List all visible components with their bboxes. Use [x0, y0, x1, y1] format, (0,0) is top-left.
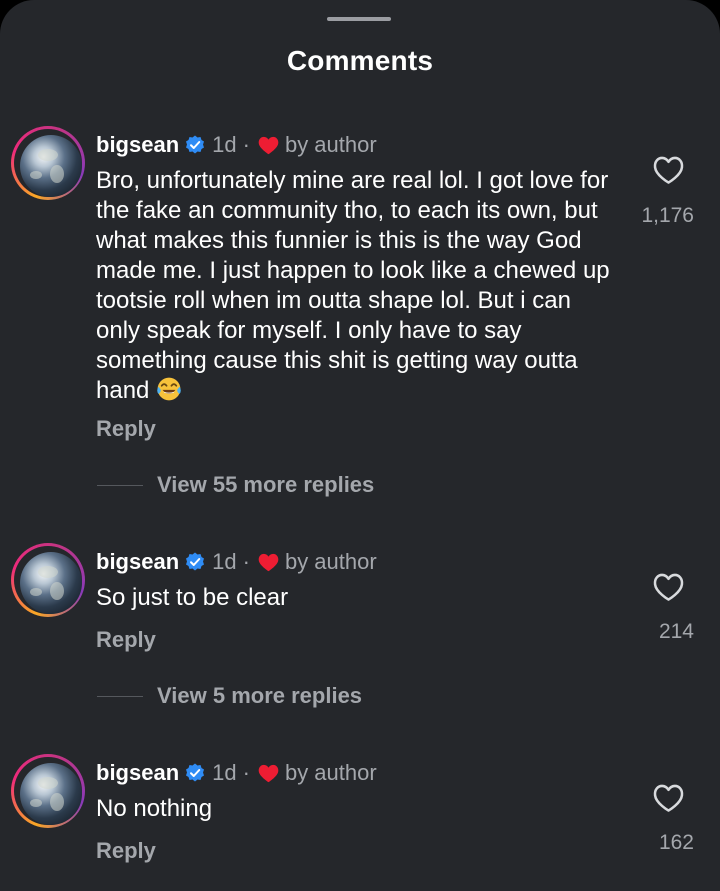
comment-meta: bigsean 1d · by author: [96, 758, 377, 788]
earth-avatar-image: [20, 135, 82, 197]
avatar[interactable]: [11, 754, 85, 828]
comment-text: No nothing: [96, 795, 213, 822]
verified-badge-icon: [186, 552, 205, 571]
comment-text: So just to be clear: [96, 584, 289, 611]
verified-badge-icon: [186, 135, 205, 154]
comments-sheet: Comments bigsean 1d · by author Bro, unf…: [0, 0, 720, 891]
drag-handle[interactable]: [327, 17, 391, 21]
by-author-label: by author: [284, 132, 377, 157]
view-more-replies-label: View 55 more replies: [157, 472, 375, 497]
meta-separator: ·: [242, 549, 250, 574]
earth-avatar-image: [20, 552, 82, 614]
face-with-tears-of-joy-icon: [157, 377, 181, 401]
comment-time: 1d: [212, 549, 237, 574]
heart-outline-icon[interactable]: [653, 784, 684, 813]
username[interactable]: bigsean: [96, 132, 179, 158]
meta-separator: ·: [242, 760, 250, 785]
comment-time: 1d: [212, 760, 237, 785]
by-author-label: by author: [284, 549, 377, 574]
heart-outline-icon[interactable]: [653, 156, 684, 185]
username[interactable]: bigsean: [96, 549, 179, 575]
earth-avatar-image: [20, 763, 82, 825]
verified-badge-icon: [186, 763, 205, 782]
reply-button[interactable]: Reply: [96, 416, 156, 442]
reply-button[interactable]: Reply: [96, 838, 156, 864]
comment-meta: bigsean 1d · by author: [96, 130, 377, 160]
view-more-replies-button[interactable]: View 55 more replies: [97, 472, 374, 498]
by-author-label: by author: [284, 760, 377, 785]
like-count: 214: [658, 620, 694, 643]
sheet-title: Comments: [286, 45, 434, 76]
like-count: 1,176: [641, 204, 694, 227]
view-more-replies-button[interactable]: View 5 more replies: [97, 683, 362, 709]
meta-separator: ·: [242, 132, 250, 157]
avatar[interactable]: [11, 126, 85, 200]
red-heart-icon: [258, 136, 279, 154]
comment-text: Bro, unfortunately mine are real lol. I …: [96, 167, 610, 404]
view-more-replies-label: View 5 more replies: [157, 683, 363, 708]
divider-line: [97, 484, 143, 486]
avatar[interactable]: [11, 543, 85, 617]
reply-button[interactable]: Reply: [96, 627, 156, 653]
comment-time: 1d: [212, 132, 237, 157]
like-count: 162: [658, 831, 694, 854]
username[interactable]: bigsean: [96, 760, 179, 786]
comment-meta: bigsean 1d · by author: [96, 547, 377, 577]
heart-outline-icon[interactable]: [653, 573, 684, 602]
divider-line: [97, 695, 143, 697]
red-heart-icon: [258, 764, 279, 782]
red-heart-icon: [258, 553, 279, 571]
